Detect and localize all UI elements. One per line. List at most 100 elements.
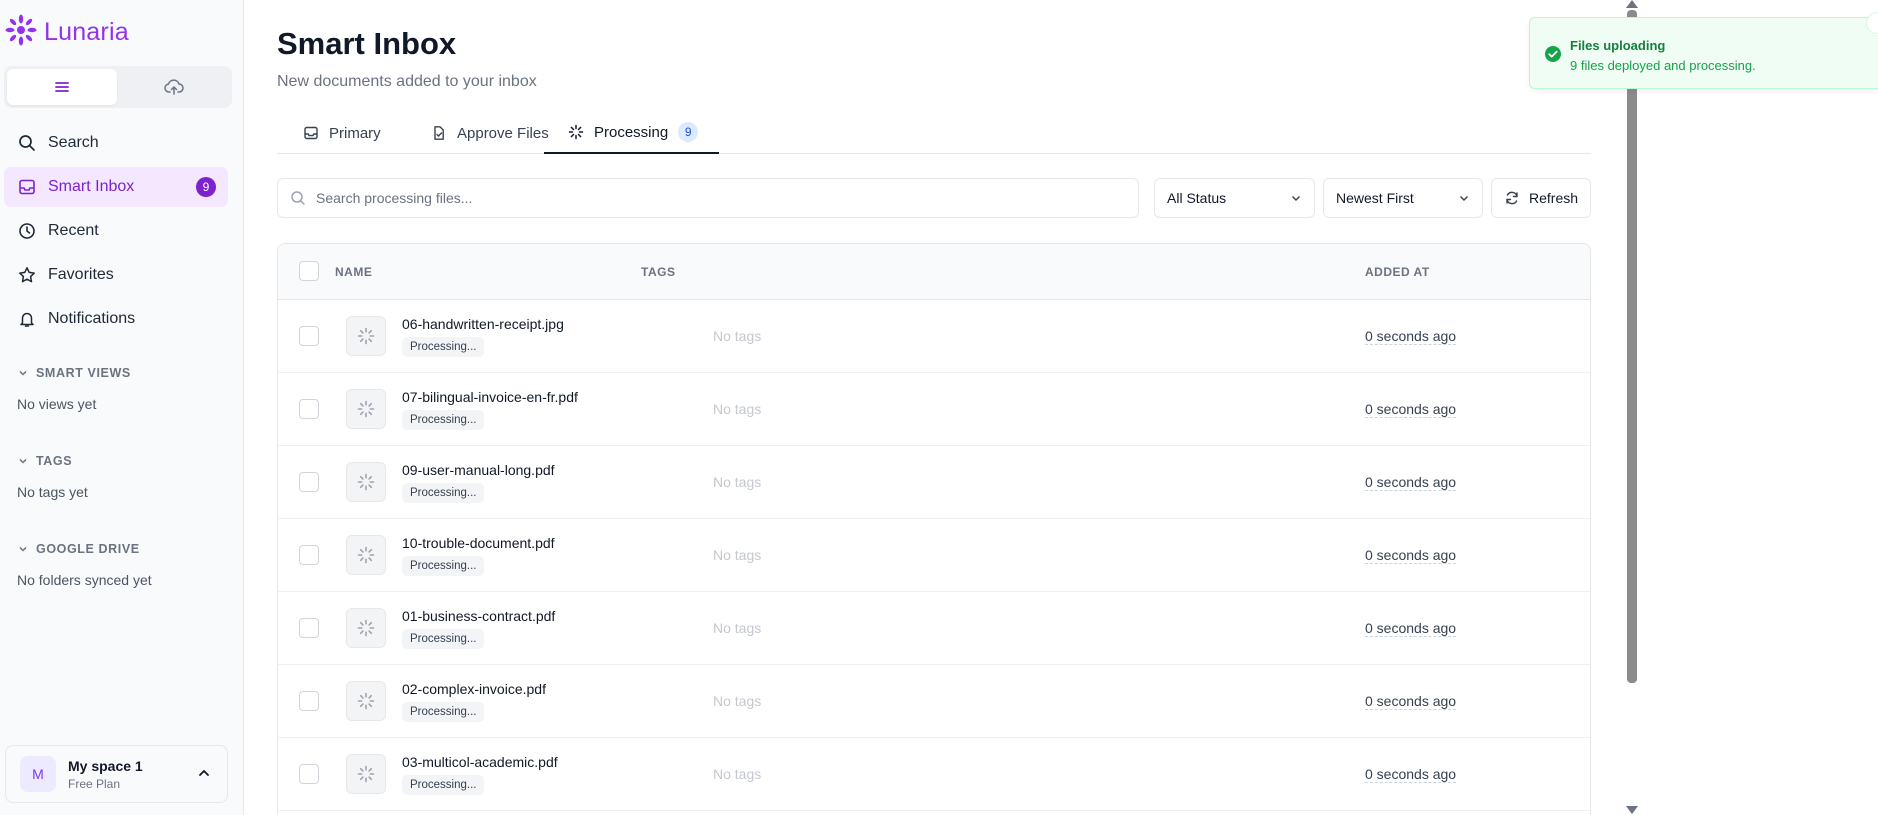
spinner-icon <box>357 619 375 637</box>
file-name[interactable]: 10-trouble-document.pdf <box>402 535 555 551</box>
status-badge: Processing... <box>402 337 485 357</box>
workspace-plan: Free Plan <box>68 776 121 791</box>
column-header-added-at[interactable]: ADDED AT <box>1365 265 1430 279</box>
status-badge: Processing... <box>402 702 485 722</box>
spinner-icon <box>357 473 375 491</box>
file-name[interactable]: 01-business-contract.pdf <box>402 608 555 624</box>
scrollbar-thumb[interactable] <box>1627 10 1637 683</box>
tab-label: Approve Files <box>457 124 549 142</box>
files-table: NAME TAGS ADDED AT 06-handwritten-receip… <box>277 243 1591 815</box>
sidebar-item-favorites[interactable]: Favorites <box>4 255 228 295</box>
file-check-icon <box>434 126 444 140</box>
workspace-switcher[interactable]: M My space 1 Free Plan <box>5 745 228 803</box>
view-toggle <box>4 66 232 108</box>
file-name[interactable]: 09-user-manual-long.pdf <box>402 462 555 478</box>
scroll-up-arrow[interactable] <box>1626 0 1638 8</box>
tab-label: Primary <box>329 124 381 142</box>
row-checkbox[interactable] <box>299 472 319 492</box>
sidebar-nav: Search Smart Inbox 9 Recent Favorites No… <box>4 123 228 343</box>
toast-close-button[interactable] <box>1866 12 1878 34</box>
file-tags: No tags <box>713 547 762 563</box>
menu-view-button[interactable] <box>7 69 117 105</box>
clock-icon <box>19 223 35 239</box>
sidebar-item-recent[interactable]: Recent <box>4 211 228 251</box>
chevron-down-icon <box>19 370 27 376</box>
refresh-button[interactable]: Refresh <box>1491 178 1591 218</box>
file-name[interactable]: 06-handwritten-receipt.jpg <box>402 316 564 332</box>
file-tags: No tags <box>713 474 762 490</box>
table-row[interactable]: 10-trouble-document.pdf Processing... No t… <box>278 519 1590 592</box>
file-name[interactable]: 03-multicol-academic.pdf <box>402 754 558 770</box>
added-at: 0 seconds ago <box>1365 693 1457 710</box>
scroll-down-arrow[interactable] <box>1626 806 1638 814</box>
select-all-checkbox[interactable] <box>299 261 319 281</box>
search-input[interactable] <box>316 190 1116 206</box>
section-toggle[interactable]: GOOGLE DRIVE <box>18 542 228 556</box>
row-checkbox[interactable] <box>299 399 319 419</box>
tab-approve-files[interactable]: Approve Files <box>431 112 549 154</box>
row-checkbox[interactable] <box>299 618 319 638</box>
upload-view-button[interactable] <box>120 69 230 105</box>
inbox-icon <box>304 126 318 140</box>
table-row[interactable]: 09-user-manual-long.pdf Processing... No t… <box>278 446 1590 519</box>
section-toggle[interactable]: TAGS <box>18 454 228 468</box>
inbox-count-badge: 9 <box>196 177 216 197</box>
sidebar-item-label: Search <box>48 134 99 151</box>
file-name[interactable]: 02-complex-invoice.pdf <box>402 681 546 697</box>
star-icon <box>19 267 35 283</box>
refresh-icon <box>1506 191 1518 205</box>
table-header: NAME TAGS ADDED AT <box>278 244 1590 300</box>
sort-select[interactable]: Newest First <box>1323 178 1483 218</box>
search-icon <box>291 191 305 205</box>
sidebar-item-notifications[interactable]: Notifications <box>4 299 228 339</box>
row-checkbox[interactable] <box>299 326 319 346</box>
spinner-icon <box>357 692 375 710</box>
added-at: 0 seconds ago <box>1365 328 1457 345</box>
chevron-down-icon <box>1292 196 1300 201</box>
workspace-info: My space 1 Free Plan <box>68 758 143 791</box>
tab-processing[interactable]: Processing 9 <box>544 112 719 154</box>
toast-title: Files uploading <box>1570 38 1666 53</box>
search-icon <box>19 135 35 151</box>
file-name[interactable]: 07-bilingual-invoice-en-fr.pdf <box>402 389 578 405</box>
search-bar <box>277 178 1139 218</box>
spinner-icon <box>357 400 375 418</box>
sidebar-item-search[interactable]: Search <box>4 123 228 163</box>
spinner-icon <box>568 124 584 140</box>
sidebar-item-label: Favorites <box>48 266 114 283</box>
file-tags: No tags <box>713 328 762 344</box>
logo[interactable]: Lunaria <box>4 14 129 50</box>
file-tags: No tags <box>713 620 762 636</box>
added-at: 0 seconds ago <box>1365 620 1457 637</box>
row-checkbox[interactable] <box>299 545 319 565</box>
table-row[interactable]: 01-business-contract.pdf Processing... No … <box>278 592 1590 665</box>
status-badge: Processing... <box>402 629 485 649</box>
table-row[interactable]: 03-multicol-academic.pdf Processing... No … <box>278 738 1590 811</box>
scrollbar[interactable] <box>1623 0 1641 815</box>
bell-icon <box>20 312 34 327</box>
table-row[interactable]: 07-bilingual-invoice-en-fr.pdf Processing… <box>278 373 1590 446</box>
section-title: TAGS <box>36 454 73 468</box>
column-header-name[interactable]: NAME <box>335 265 372 279</box>
spinner-icon <box>357 546 375 564</box>
section-toggle[interactable]: SMART VIEWS <box>18 366 228 380</box>
added-at: 0 seconds ago <box>1365 401 1457 418</box>
status-filter-select[interactable]: All Status <box>1154 178 1315 218</box>
row-checkbox[interactable] <box>299 691 319 711</box>
smart-views-section: SMART VIEWS No views yet <box>17 366 228 412</box>
table-row[interactable]: 06-handwritten-receipt.jpg Processing... N… <box>278 300 1590 373</box>
row-checkbox[interactable] <box>299 764 319 784</box>
table-row[interactable]: 02-complex-invoice.pdf Processing... No ta… <box>278 665 1590 738</box>
added-at: 0 seconds ago <box>1365 766 1457 783</box>
status-badge: Processing... <box>402 556 485 576</box>
chevron-down-icon <box>1460 196 1468 201</box>
toast-message: 9 files deployed and processing. <box>1570 58 1756 73</box>
app-root: Lunaria Search Smart Inbox 9 Recent Favo… <box>0 0 1878 815</box>
sidebar: Lunaria Search Smart Inbox 9 Recent Favo… <box>0 0 244 815</box>
status-badge: Processing... <box>402 775 485 795</box>
file-thumbnail <box>346 389 386 429</box>
workspace-name: My space 1 <box>68 757 143 774</box>
tab-primary[interactable]: Primary <box>303 112 381 154</box>
sidebar-item-smart-inbox[interactable]: Smart Inbox 9 <box>4 167 228 207</box>
sidebar-item-label: Smart Inbox <box>48 178 135 195</box>
